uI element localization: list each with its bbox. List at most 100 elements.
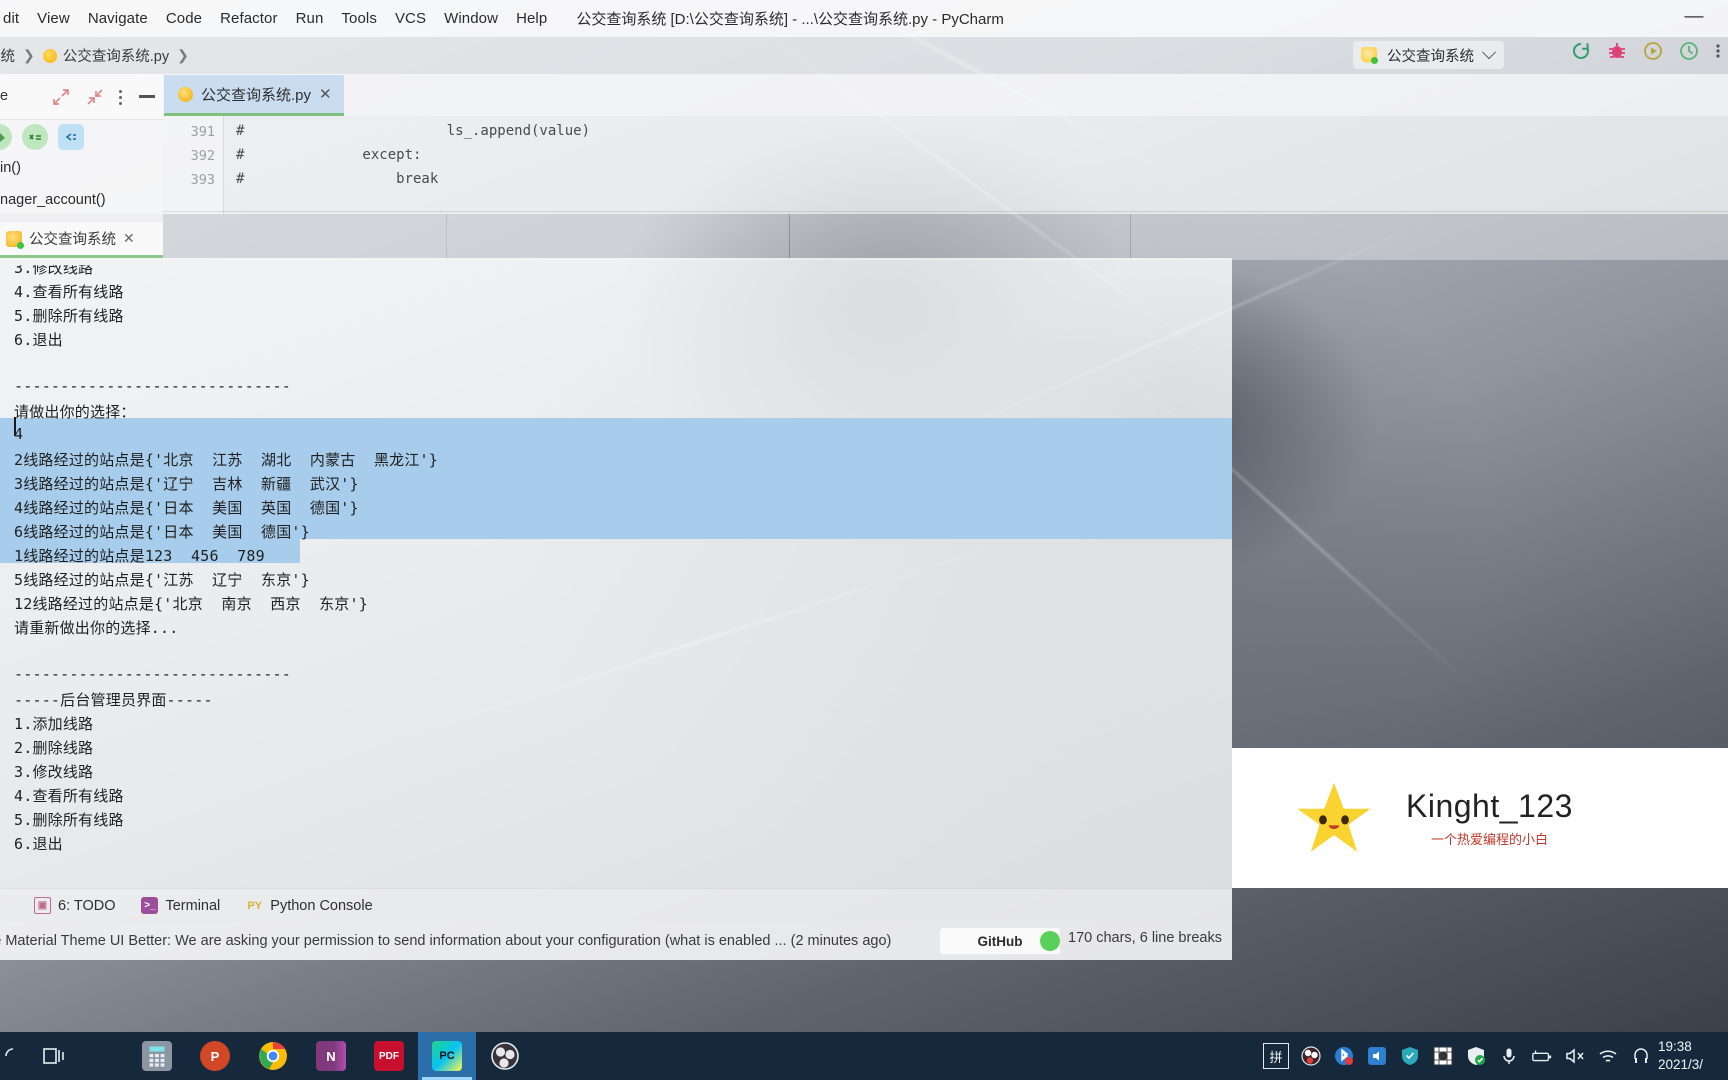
run-tool-tab[interactable]: 公交查询系统 ✕ — [0, 222, 163, 258]
watermark-name: Kinght_123 — [1406, 788, 1573, 824]
taskbar-clock[interactable]: 19:38 2021/3/ — [1654, 1032, 1728, 1080]
tool-window-terminal[interactable]: >_ Terminal — [141, 897, 220, 914]
editor-tab-bar: 公交查询系统.py ✕ — [163, 74, 1728, 116]
volume-mute-icon[interactable] — [1564, 1045, 1586, 1067]
menu-item-tools[interactable]: Tools — [332, 7, 386, 30]
taskbar-app-chrome[interactable] — [244, 1032, 302, 1080]
left-panel-toolbar — [0, 74, 163, 120]
run-config-icon — [6, 230, 24, 249]
minimize-button[interactable]: — — [1682, 7, 1706, 28]
menu-item-run[interactable]: Run — [287, 7, 333, 30]
screenshot-tray-icon[interactable] — [1432, 1045, 1454, 1067]
parameter-icon[interactable] — [58, 124, 84, 150]
close-icon[interactable]: ✕ — [123, 230, 135, 247]
ime-indicator[interactable]: 拼 — [1263, 1043, 1289, 1069]
run-config-icon — [1361, 47, 1378, 64]
menu-bar: dit View Navigate Code Refactor Run Tool… — [0, 7, 556, 30]
run-tool-tab-label: 公交查询系统 — [29, 232, 116, 248]
menu-item-help[interactable]: Help — [507, 7, 556, 30]
run-config-name: 公交查询系统 — [1387, 48, 1474, 65]
collapse-icon[interactable] — [85, 87, 105, 107]
menu-item-edit[interactable]: dit — [0, 7, 28, 30]
windows-start-icon[interactable] — [0, 1032, 26, 1080]
structure-item-1[interactable]: in() — [0, 160, 21, 176]
microphone-tray-icon[interactable] — [1498, 1045, 1520, 1067]
more-icon[interactable] — [1714, 40, 1722, 62]
structure-item-2[interactable]: nager_account() — [0, 192, 106, 208]
taskbar-app-onenote[interactable]: N — [302, 1032, 360, 1080]
console-line: ------------------------------ — [14, 377, 291, 395]
taskbar-app-calculator[interactable] — [128, 1032, 186, 1080]
more-options-icon[interactable] — [119, 87, 125, 107]
pdf-reader-icon: PDF — [374, 1041, 404, 1071]
bluetooth-tray-icon[interactable] — [1333, 1045, 1355, 1067]
wifi-icon[interactable] — [1597, 1045, 1619, 1067]
security-tray-icon[interactable] — [1465, 1045, 1487, 1067]
editor-code[interactable]: # ls_.append(value) # except: # break — [224, 116, 1728, 214]
code-line: # except: — [236, 147, 422, 163]
star-face-icon — [1288, 772, 1380, 864]
close-icon[interactable]: ✕ — [319, 85, 332, 103]
taskbar-app-pdf[interactable]: PDF — [360, 1032, 418, 1080]
menu-item-view[interactable]: View — [28, 7, 79, 30]
pycharm-icon: PC — [432, 1041, 462, 1071]
battery-tray-icon[interactable] — [1531, 1045, 1553, 1067]
taskbar-app-obs[interactable] — [476, 1032, 534, 1080]
code-line: # ls_.append(value) — [236, 123, 591, 139]
console-line: 5.删除所有线路 — [14, 811, 124, 829]
console-line: 4线路经过的站点是{'日本 美国 英国 德国'} — [14, 499, 359, 517]
menu-item-code[interactable]: Code — [157, 7, 211, 30]
method-icon[interactable] — [22, 124, 48, 150]
expand-icon[interactable] — [51, 87, 71, 107]
tool-window-todo[interactable]: ▣ 6: TODO — [34, 897, 115, 914]
console-line: 2线路经过的站点是{'北京 江苏 湖北 内蒙古 黑龙江'} — [14, 451, 439, 469]
console-line: ------------------------------ — [14, 881, 291, 888]
chevron-down-icon[interactable] — [1481, 45, 1497, 60]
title-bar: dit View Navigate Code Refactor Run Tool… — [0, 0, 1728, 37]
rerun-icon[interactable] — [1570, 40, 1592, 62]
run-icon[interactable] — [1642, 40, 1664, 62]
code-line: # break — [236, 171, 439, 187]
headset-icon[interactable] — [1630, 1045, 1652, 1067]
shield-tray-icon[interactable] — [1399, 1045, 1421, 1067]
console-line: -----后台管理员界面----- — [14, 691, 213, 709]
python-file-icon — [178, 86, 193, 102]
powerpoint-icon: P — [200, 1041, 230, 1071]
menu-item-refactor[interactable]: Refactor — [211, 7, 287, 30]
line-number: 391 — [190, 124, 215, 140]
editor-tab[interactable]: 公交查询系统.py ✕ — [164, 75, 344, 116]
calculator-icon — [142, 1041, 172, 1071]
tag-icon[interactable] — [0, 124, 12, 150]
task-view-icon[interactable] — [26, 1032, 84, 1080]
taskbar-app-pycharm[interactable]: PC — [418, 1032, 476, 1080]
panel-band — [1131, 214, 1728, 260]
tool-window-python-console[interactable]: PY Python Console — [246, 897, 372, 914]
panel-band — [790, 214, 1130, 260]
watermark-card: Kinght_123 一个热爱编程的小白 — [1232, 748, 1728, 888]
chrome-icon — [258, 1041, 288, 1071]
breadcrumb-root[interactable]: 系统 — [0, 45, 15, 66]
menu-item-navigate[interactable]: Navigate — [79, 7, 157, 30]
console-line: 请重新做出你的选择... — [14, 619, 179, 637]
debug-bug-icon[interactable] — [1606, 40, 1628, 62]
run-configuration-selector[interactable]: 公交查询系统 — [1353, 41, 1504, 69]
speaker-tray-icon[interactable] — [1366, 1045, 1388, 1067]
powerpoint-letter: P — [210, 1048, 220, 1064]
run-console-output[interactable]: 3.修改线路 4.查看所有线路 5.删除所有线路 6.退出 --------------… — [0, 258, 1232, 888]
hide-panel-icon[interactable] — [139, 95, 155, 98]
coverage-icon[interactable] — [1678, 40, 1700, 62]
breadcrumb-file[interactable]: 公交查询系统.py — [63, 45, 169, 66]
breadcrumb-separator-icon: ❯ — [23, 47, 35, 63]
editor-tab-label: 公交查询系统.py — [201, 86, 312, 104]
console-line: 6.退出 — [14, 835, 63, 853]
console-line: 6线路经过的站点是{'日本 美国 德国'} — [14, 523, 310, 541]
watermark-text: Kinght_123 一个热爱编程的小白 — [1406, 788, 1573, 848]
status-message[interactable]: ke Material Theme UI Better: We are aski… — [0, 933, 891, 949]
menu-item-vcs[interactable]: VCS — [386, 7, 435, 30]
console-line: 2.删除线路 — [14, 739, 94, 757]
left-panel-title: e — [0, 88, 9, 104]
obs-tray-icon[interactable] — [1300, 1045, 1322, 1067]
pdf-letter: PDF — [379, 1050, 399, 1062]
taskbar-app-powerpoint[interactable]: P — [186, 1032, 244, 1080]
menu-item-window[interactable]: Window — [435, 7, 507, 30]
